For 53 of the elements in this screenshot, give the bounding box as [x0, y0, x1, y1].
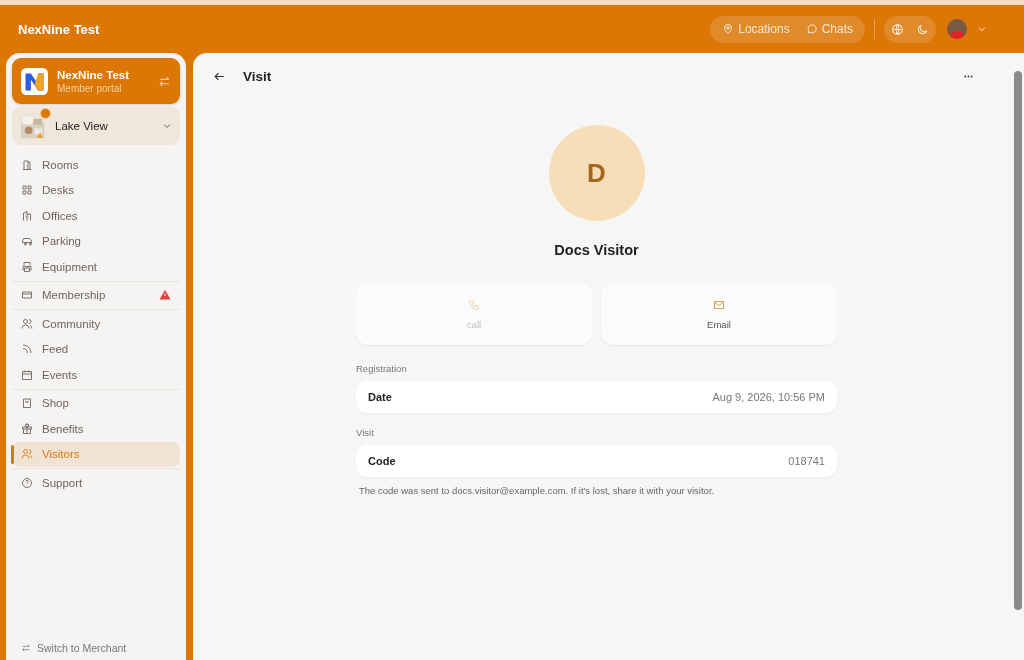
rss-icon — [21, 343, 33, 356]
section-heading: Visit — [356, 427, 375, 438]
location-name: Lake View — [55, 120, 109, 132]
phone-icon — [468, 298, 480, 311]
visitor-avatar: D — [548, 125, 645, 221]
chat-bubble-icon — [805, 23, 818, 35]
nav-item[interactable]: Shop — [12, 390, 180, 416]
nav-item[interactable]: Desks — [12, 177, 180, 203]
org-subtitle: Member portal — [57, 82, 123, 94]
row-value: Aug 9, 2026, 10:56 PM — [712, 391, 825, 403]
car-icon — [21, 235, 33, 248]
nav-item[interactable]: Membership — [12, 282, 180, 308]
app-title: NexNine Test — [18, 21, 100, 37]
nav-item[interactable]: Events — [12, 362, 180, 388]
switch-to-merchant-link[interactable]: Switch to Merchant — [12, 641, 180, 655]
nav-item[interactable]: Offices — [12, 203, 180, 229]
row-label: Date — [368, 391, 392, 403]
user-avatar[interactable] — [947, 19, 967, 39]
nav-item[interactable]: Equipment — [12, 254, 180, 280]
swap-icon — [21, 643, 31, 653]
help-icon — [21, 476, 33, 489]
nav-item[interactable]: Feed — [12, 336, 180, 362]
mail-icon — [713, 298, 725, 311]
nav-item[interactable]: Community — [12, 311, 180, 337]
section-heading: Registration — [356, 363, 408, 374]
calendar-icon — [21, 368, 33, 381]
people-icon — [21, 317, 33, 330]
org-switcher[interactable]: NexNine Test Member portal — [12, 58, 180, 104]
building-icon — [21, 209, 33, 222]
card-icon — [21, 289, 33, 302]
globe-icon[interactable] — [891, 22, 904, 36]
nav-item[interactable]: Rooms — [12, 152, 180, 178]
grid-icon — [21, 184, 33, 197]
printer-icon — [21, 260, 33, 273]
nav-item[interactable]: Benefits — [12, 416, 180, 442]
row-value: 018741 — [788, 455, 825, 467]
location-selector[interactable]: Lake View — [12, 107, 180, 145]
page-title: Visit — [243, 68, 273, 84]
nav-item[interactable]: Support — [12, 470, 180, 496]
location-pin-icon — [722, 23, 735, 35]
logo-icon — [21, 67, 48, 95]
moon-icon[interactable] — [916, 22, 929, 36]
org-name: NexNine Test — [57, 68, 130, 81]
visitor-name: Docs Visitor — [554, 242, 639, 258]
code-note: The code was sent to docs.visitor@example.com. If it's lost, share it with your visitor. — [359, 485, 715, 496]
row-label: Code — [368, 455, 396, 467]
bag-icon — [21, 397, 33, 410]
gift-icon — [21, 422, 33, 435]
people-icon — [21, 448, 33, 461]
email-button[interactable]: Email — [601, 283, 837, 345]
swap-icon[interactable] — [158, 74, 171, 88]
nav-item[interactable]: Parking — [12, 228, 180, 254]
door-icon — [21, 158, 33, 171]
